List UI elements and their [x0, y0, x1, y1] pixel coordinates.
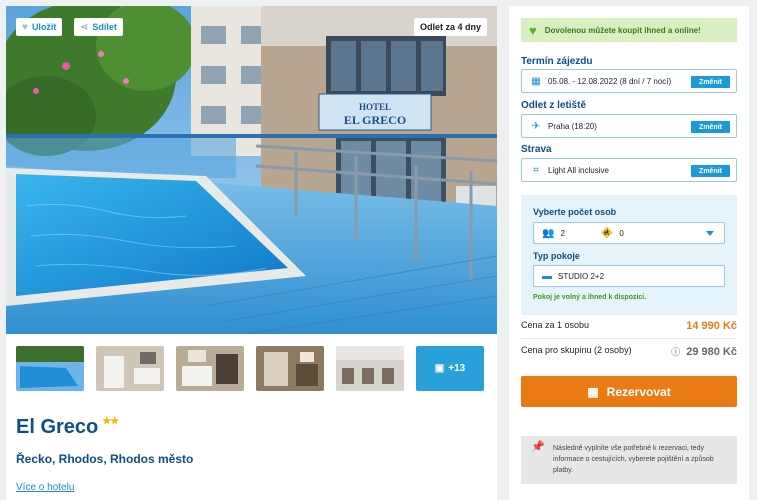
persons-room-box: Vyberte počet osob 👥 2 🚸 0 Typ pokoje ▬ … [521, 195, 737, 315]
board-value: Light All inclusive [548, 165, 609, 175]
term-label: Termín zájezdu [521, 56, 593, 67]
room-availability: Pokoj je volný a ihned k dispozici. [533, 294, 647, 301]
star-rating: ★★ [102, 416, 119, 427]
hotel-sign-line1: HOTEL [359, 102, 391, 112]
share-label: Sdílet [92, 22, 117, 32]
more-photos-count: +13 [448, 363, 466, 374]
food-icon: ⌗ [533, 164, 539, 176]
thumbnail-kitchen[interactable] [256, 346, 324, 391]
save-label: Uložit [31, 22, 57, 32]
booking-note: 📌 Následně vyplníte vše potřebné k rezer… [521, 436, 737, 484]
more-about-hotel-link[interactable]: Více o hotelu [16, 482, 74, 493]
banner-text: Dovolenou můžete koupit ihned a online! [544, 25, 701, 35]
term-field[interactable]: ▦ 05.08. - 12.08.2022 (8 dní / 7 nocí) Z… [521, 69, 737, 93]
thumbnail-room-bed[interactable] [176, 346, 244, 391]
price-group-value: 29 980 Kč [686, 346, 737, 358]
price-group-row: Cena pro skupinu (2 osoby) ⓘ 29 980 Kč [521, 345, 737, 358]
hotel-main-photo[interactable]: HOTEL EL GRECO ♥ Uložit ⋖ Sdílet Odlet z… [6, 6, 497, 334]
term-value: 05.08. - 12.08.2022 (8 dní / 7 nocí) [548, 76, 672, 86]
save-button[interactable]: ♥ Uložit [16, 18, 63, 36]
calendar-icon: ▦ [587, 384, 599, 399]
hotel-sign-line2: EL GRECO [344, 113, 406, 127]
room-type-value: STUDIO 2+2 [558, 271, 605, 281]
more-photos-button[interactable]: ▣ +13 [416, 346, 484, 391]
room-type-label: Typ pokoje [533, 251, 580, 261]
hotel-name: El Greco [16, 416, 99, 438]
board-field[interactable]: ⌗ Light All inclusive Změnit [521, 158, 737, 182]
child-icon: 🚸 [600, 227, 614, 239]
bed-icon: ▬ [542, 270, 552, 282]
thumbnail-restaurant[interactable] [336, 346, 404, 391]
change-term-button[interactable]: Změnit [691, 76, 730, 88]
share-button[interactable]: ⋖ Sdílet [74, 18, 123, 36]
thumbnail-pool[interactable] [16, 346, 84, 391]
reserve-label: Rezervovat [606, 384, 671, 399]
booking-note-text: Následně vyplníte vše potřebné k rezerva… [553, 445, 714, 474]
adults-icon: 👥 [542, 227, 555, 239]
chevron-down-icon [706, 231, 714, 236]
children-count: 0 [619, 228, 624, 238]
price-group: ⓘ 29 980 Kč [671, 345, 737, 358]
reserve-button[interactable]: ▦ Rezervovat [521, 376, 737, 407]
online-purchase-banner: ♥ Dovolenou můžete koupit ihned a online… [521, 18, 737, 42]
pin-icon: 📌 [531, 441, 545, 453]
booking-panel: ♥ Dovolenou můžete koupit ihned a online… [509, 6, 749, 500]
persons-selector[interactable]: 👥 2 🚸 0 [533, 222, 725, 244]
calendar-icon: ▦ [531, 75, 541, 87]
price-per-person: 14 990 Kč [686, 320, 737, 332]
gallery-icon: ▣ [434, 363, 445, 374]
departure-field[interactable]: ✈ Praha (18:20) Změnit [521, 114, 737, 138]
heart-icon: ♥ [529, 22, 537, 38]
room-type-field[interactable]: ▬ STUDIO 2+2 [533, 265, 725, 287]
photo-thumbnails: ▣ +13 [16, 346, 484, 391]
price-per-person-label: Cena za 1 osobu [521, 320, 590, 330]
pool-photo: HOTEL EL GRECO [6, 6, 497, 334]
departure-badge: Odlet za 4 dny [413, 18, 487, 36]
heart-icon: ♥ [22, 21, 28, 33]
persons-label: Vyberte počet osob [533, 207, 617, 217]
change-departure-button[interactable]: Změnit [691, 121, 730, 133]
departure-label: Odlet z letiště [521, 100, 587, 111]
departure-value: Praha (18:20) [548, 121, 597, 131]
hotel-location: Řecko, Rhodos, Rhodos město [16, 452, 194, 466]
share-icon: ⋖ [80, 21, 89, 33]
hotel-card: HOTEL EL GRECO ♥ Uložit ⋖ Sdílet Odlet z… [6, 6, 497, 500]
info-icon: ⓘ [671, 347, 681, 357]
board-label: Strava [521, 144, 552, 155]
price-per-person-row: Cena za 1 osobu 14 990 Kč [521, 320, 737, 332]
divider [521, 338, 737, 339]
hotel-title: El Greco ★★ [16, 416, 119, 439]
adults-count: 2 [560, 228, 565, 238]
plane-icon: ✈ [531, 120, 541, 132]
price-group-label: Cena pro skupinu (2 osoby) [521, 345, 632, 355]
change-board-button[interactable]: Změnit [691, 165, 730, 177]
thumbnail-room-bunk[interactable] [96, 346, 164, 391]
